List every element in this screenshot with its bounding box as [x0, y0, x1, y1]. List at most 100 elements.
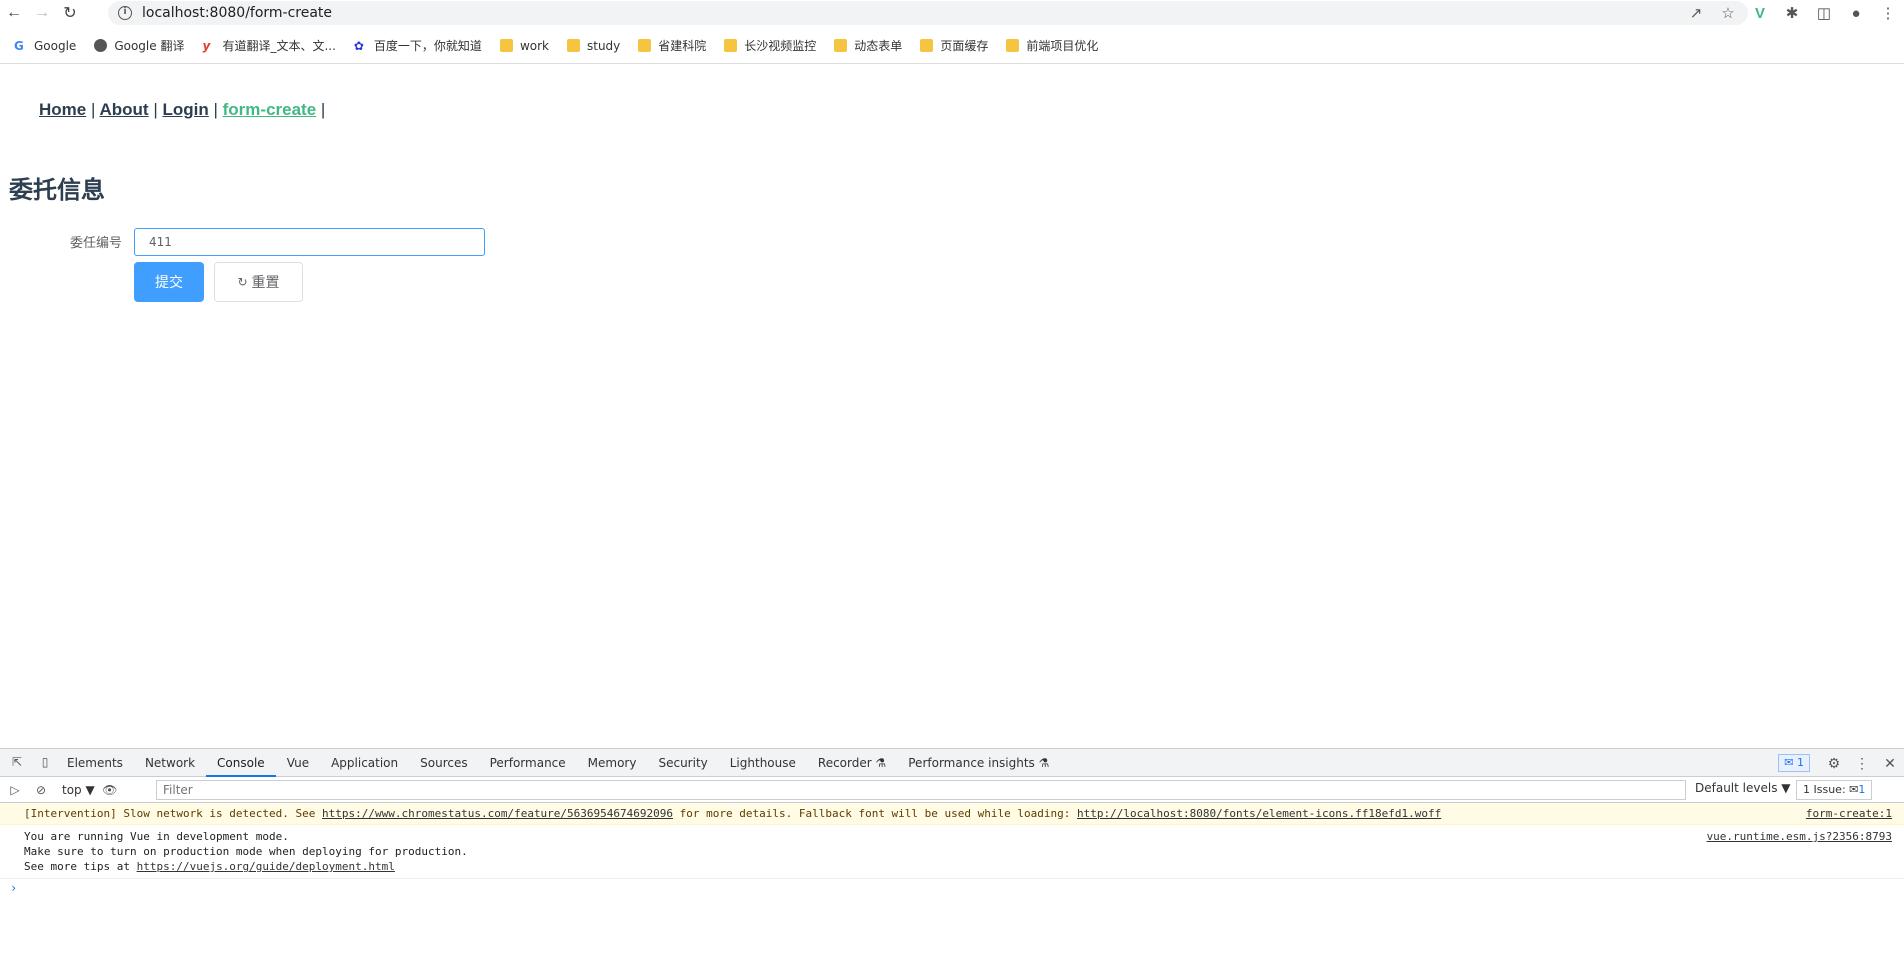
- bookmark-folder-7[interactable]: 前端项目优化: [1006, 37, 1098, 54]
- tab-lighthouse[interactable]: Lighthouse: [719, 749, 807, 777]
- submit-button[interactable]: 提交: [134, 262, 204, 302]
- tab-vue[interactable]: Vue: [276, 749, 320, 777]
- bookmark-folder-4[interactable]: 长沙视频监控: [724, 37, 816, 54]
- issues-label: 1 Issue:: [1803, 783, 1846, 796]
- share-icon[interactable]: ↗: [1680, 4, 1712, 22]
- console-filter-input[interactable]: [156, 780, 1686, 800]
- info-line: You are running Vue in development mode.: [24, 830, 289, 843]
- bookmark-label: 动态表单: [854, 39, 903, 53]
- bookmark-label: 有道翻译_文本、文...: [222, 39, 336, 53]
- address-bar-row: ← → ↻ i localhost:8080/form-create ↗ ☆ V…: [0, 0, 1904, 26]
- globe-icon: [94, 39, 108, 52]
- menu-icon[interactable]: ⋮: [1872, 4, 1904, 22]
- reset-button[interactable]: ↻ 重置: [214, 262, 303, 302]
- star-icon[interactable]: ☆: [1712, 4, 1744, 22]
- warn-source-link[interactable]: form-create:1: [1806, 803, 1892, 825]
- tab-application[interactable]: Application: [320, 749, 409, 777]
- refresh-icon: ↻: [237, 275, 248, 289]
- nav-home-link[interactable]: Home: [39, 100, 86, 119]
- nav-separator: |: [213, 100, 218, 119]
- vue-deployment-link[interactable]: https://vuejs.org/guide/deployment.html: [137, 860, 395, 873]
- bookmark-folder-6[interactable]: 页面缓存: [920, 37, 988, 54]
- folder-icon: [724, 39, 738, 52]
- folder-icon: [834, 39, 848, 52]
- device-toolbar-icon[interactable]: ▯: [34, 755, 56, 771]
- info-line: See more tips at https://vuejs.org/guide…: [24, 859, 1880, 874]
- live-expression-eye-icon[interactable]: 👁: [99, 783, 121, 797]
- google-icon: G: [14, 39, 24, 53]
- bookmark-label: Google 翻译: [114, 39, 185, 53]
- context-selector[interactable]: top ▼: [62, 783, 95, 797]
- bookmark-folder-5[interactable]: 动态表单: [834, 37, 902, 54]
- inspect-element-icon[interactable]: ⇱: [6, 755, 28, 771]
- console-info-message: You are running Vue in development mode.…: [0, 825, 1904, 879]
- nav-form-create-link[interactable]: form-create: [223, 100, 317, 119]
- site-info-icon[interactable]: i: [118, 6, 132, 20]
- tab-performance[interactable]: Performance: [479, 749, 577, 777]
- nav-about-link[interactable]: About: [99, 100, 148, 119]
- more-options-icon[interactable]: ⋮: [1848, 755, 1876, 772]
- bookmark-label: 页面缓存: [940, 39, 989, 53]
- tab-security[interactable]: Security: [647, 749, 718, 777]
- tab-console[interactable]: Console: [206, 749, 276, 777]
- tab-elements[interactable]: Elements: [56, 749, 134, 777]
- settings-gear-icon[interactable]: ⚙: [1820, 755, 1848, 772]
- message-count-badge[interactable]: ✉ 1: [1778, 754, 1810, 772]
- console-prompt[interactable]: ›: [0, 879, 1904, 897]
- info-source-link[interactable]: vue.runtime.esm.js?2356:8793: [1707, 829, 1892, 844]
- nav-separator: |: [320, 100, 326, 119]
- log-levels-dropdown[interactable]: Default levels ▼: [1695, 781, 1791, 795]
- bookmark-label: 百度一下，你就知道: [373, 39, 482, 53]
- bookmark-label: 长沙视频监控: [744, 39, 817, 53]
- bookmark-label: Google: [34, 38, 77, 53]
- bookmark-label: 前端项目优化: [1026, 39, 1099, 53]
- warn-text: [Intervention] Slow network is detected.…: [24, 807, 323, 820]
- back-icon[interactable]: ←: [0, 0, 28, 26]
- tab-performance-insights[interactable]: Performance insights ⚗: [897, 749, 1060, 777]
- close-devtools-icon[interactable]: ✕: [1876, 755, 1904, 772]
- forward-icon[interactable]: →: [28, 0, 56, 26]
- issues-counter[interactable]: 1 Issue: ✉1: [1796, 780, 1873, 800]
- devtools-actions: ✉ 1 ⚙ ⋮ ✕: [1778, 749, 1904, 777]
- warn-text: for more details. Fallback font will be …: [673, 807, 1077, 820]
- profile-icon[interactable]: ●: [1840, 5, 1872, 22]
- bookmarks-bar: G Google Google 翻译 y 有道翻译_文本、文... ✿ 百度一下，你就…: [0, 28, 1904, 64]
- bookmark-label: work: [519, 38, 549, 53]
- tab-memory[interactable]: Memory: [577, 749, 648, 777]
- page-title: 委托信息: [9, 176, 105, 204]
- browser-actions: ↗ ☆ V ✱ ◫ ● ⋮: [1680, 0, 1904, 26]
- side-panel-icon[interactable]: ◫: [1808, 4, 1840, 22]
- bookmark-baidu[interactable]: ✿ 百度一下，你就知道: [354, 37, 482, 54]
- bookmark-label: study: [586, 38, 621, 53]
- sidebar-toggle-icon[interactable]: ▷: [4, 783, 26, 797]
- issues-count: 1: [1858, 783, 1866, 796]
- devtools-tab-bar: ⇱ ▯ Elements Network Console Vue Applica…: [0, 749, 1904, 777]
- bookmark-folder-3[interactable]: 省建科院: [638, 37, 706, 54]
- tab-recorder[interactable]: Recorder ⚗: [807, 749, 897, 777]
- chromestatus-link[interactable]: https://www.chromestatus.com/feature/563…: [322, 807, 673, 820]
- nav-login-link[interactable]: Login: [162, 100, 208, 119]
- nav-separator: |: [153, 100, 158, 119]
- info-text: See more tips at: [24, 860, 137, 873]
- folder-icon: [638, 39, 652, 52]
- address-bar[interactable]: i localhost:8080/form-create: [108, 1, 1748, 25]
- badge-count: 1: [1797, 756, 1804, 769]
- folder-icon: [499, 39, 513, 52]
- bookmark-folder-study[interactable]: study: [566, 38, 621, 53]
- clear-console-icon[interactable]: ⊘: [30, 783, 52, 797]
- vue-devtools-icon[interactable]: V: [1744, 5, 1776, 22]
- commission-number-input[interactable]: [134, 228, 485, 256]
- bookmark-youdao[interactable]: y 有道翻译_文本、文...: [202, 37, 335, 54]
- url-text[interactable]: localhost:8080/form-create: [142, 5, 332, 21]
- tab-network[interactable]: Network: [134, 749, 206, 777]
- extensions-icon[interactable]: ✱: [1776, 4, 1808, 22]
- bookmark-google-translate[interactable]: Google 翻译: [94, 37, 184, 54]
- bookmark-folder-work[interactable]: work: [499, 38, 549, 53]
- baidu-icon: ✿: [353, 39, 364, 53]
- devtools-panel: ⇱ ▯ Elements Network Console Vue Applica…: [0, 748, 1904, 964]
- reload-icon[interactable]: ↻: [56, 0, 84, 26]
- youdao-icon: y: [202, 39, 211, 53]
- bookmark-google[interactable]: G Google: [14, 38, 77, 54]
- font-file-link[interactable]: http://localhost:8080/fonts/element-icon…: [1077, 807, 1441, 820]
- tab-sources[interactable]: Sources: [409, 749, 478, 777]
